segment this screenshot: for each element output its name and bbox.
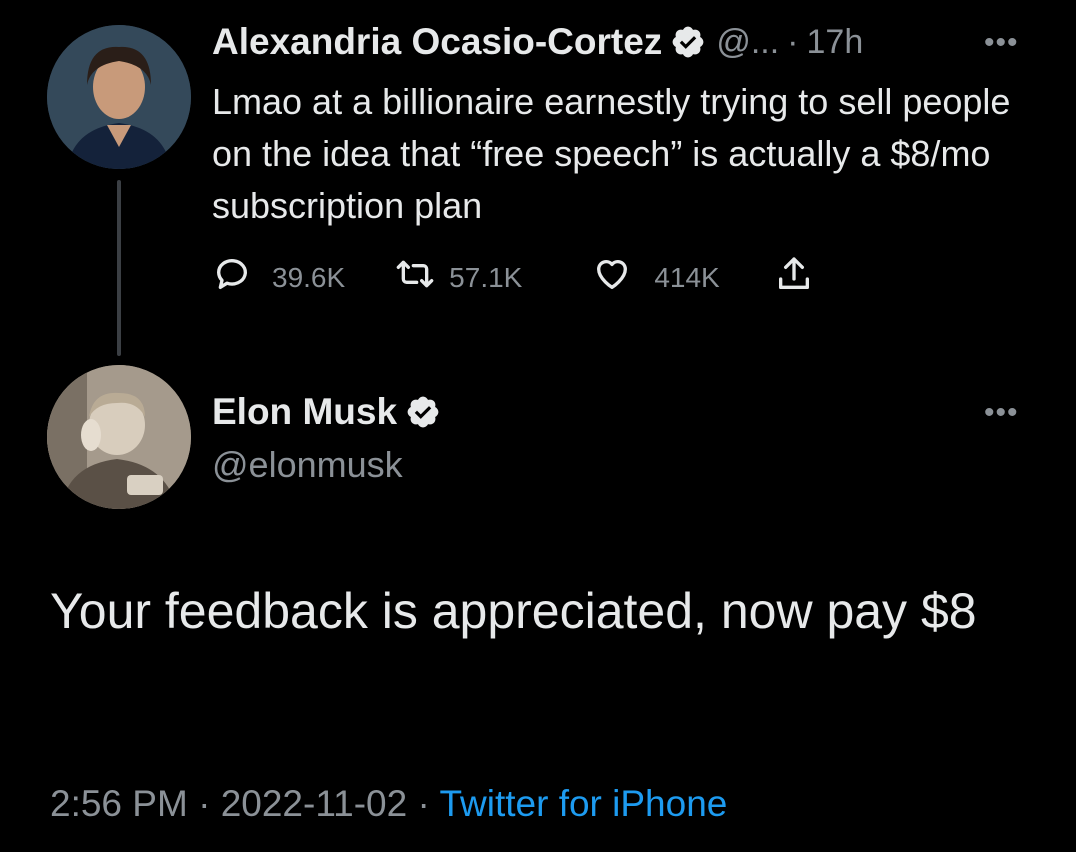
parent-separator: · bbox=[787, 23, 799, 61]
like-count: 414K bbox=[654, 261, 720, 293]
parent-timestamp[interactable]: 17h bbox=[807, 20, 864, 64]
retweet-count: 57.1K bbox=[449, 261, 523, 293]
reply-more-icon[interactable]: ••• bbox=[984, 396, 1019, 430]
source-link[interactable]: Twitter for iPhone bbox=[439, 783, 727, 824]
footer-separator: · bbox=[198, 783, 211, 824]
like-icon bbox=[592, 254, 632, 301]
parent-author-name[interactable]: Alexandria Ocasio-Cortez bbox=[212, 20, 662, 64]
share-icon bbox=[774, 254, 814, 301]
reply-icon bbox=[212, 254, 252, 301]
aoc-avatar[interactable] bbox=[47, 25, 191, 169]
reply-button[interactable]: 39.6K bbox=[212, 254, 345, 301]
reply-count: 39.6K bbox=[272, 261, 346, 293]
parent-header: Alexandria Ocasio-Cortez @... · 17h bbox=[212, 20, 863, 64]
share-button[interactable] bbox=[774, 254, 814, 301]
retweet-button[interactable]: 57.1K bbox=[395, 254, 522, 301]
reply-handle[interactable]: @elonmusk bbox=[212, 444, 403, 486]
parent-more-icon[interactable]: ••• bbox=[984, 26, 1019, 60]
reply-author-name[interactable]: Elon Musk bbox=[212, 390, 397, 434]
verified-badge-icon bbox=[405, 394, 441, 430]
like-button[interactable]: 414K bbox=[592, 254, 720, 301]
reply-tweet-text: Your feedback is appreciated, now pay $8 bbox=[50, 583, 977, 639]
footer-separator-2: · bbox=[417, 783, 430, 824]
parent-handle[interactable]: @... bbox=[716, 20, 779, 64]
verified-badge-icon bbox=[670, 24, 706, 60]
parent-tweet-text: Lmao at a billionaire earnestly trying t… bbox=[212, 81, 1011, 226]
elon-avatar[interactable] bbox=[47, 365, 191, 509]
thread-connector-line bbox=[117, 180, 121, 356]
retweet-icon bbox=[395, 254, 435, 301]
parent-action-bar: 39.6K 57.1K 414K bbox=[212, 254, 814, 301]
reply-header: Elon Musk bbox=[212, 390, 441, 434]
reply-footer: 2:56 PM · 2022-11-02 · Twitter for iPhon… bbox=[50, 783, 727, 825]
reply-date[interactable]: 2022-11-02 bbox=[221, 783, 408, 824]
reply-time[interactable]: 2:56 PM bbox=[50, 783, 188, 824]
